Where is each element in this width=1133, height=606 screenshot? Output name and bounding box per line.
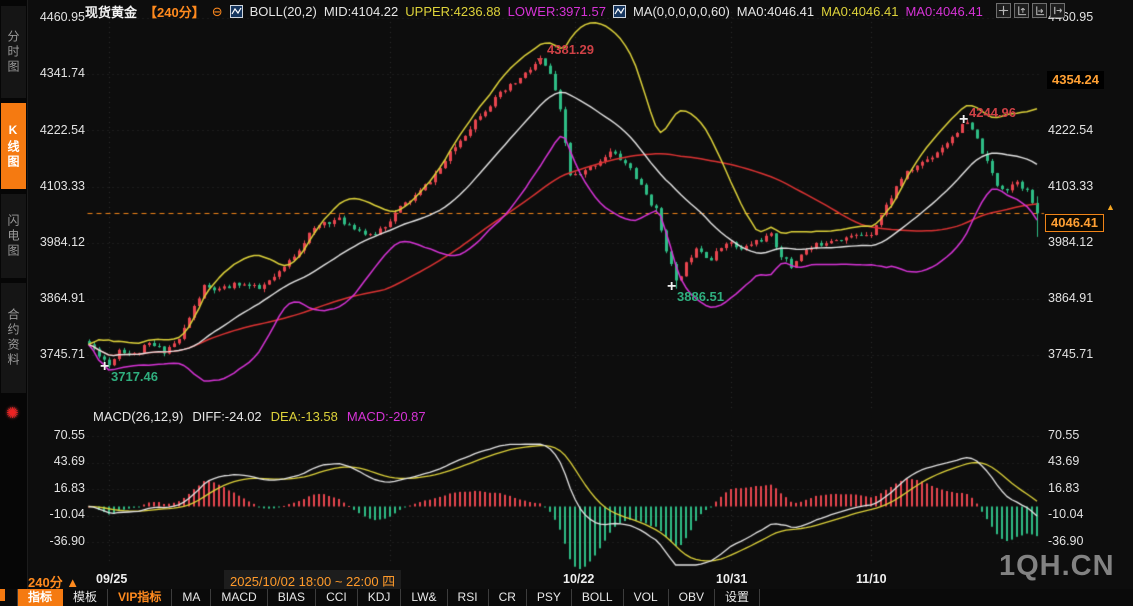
macd-title: MACD(26,12,9) bbox=[93, 409, 183, 424]
crosshair-tool-icon[interactable] bbox=[996, 3, 1011, 18]
macd-axis-label: -10.04 bbox=[1048, 507, 1083, 521]
boll-label: BOLL(20,2) bbox=[250, 4, 317, 19]
toolbar-item-macd[interactable]: MACD bbox=[211, 589, 267, 606]
macd-axis-label: -36.90 bbox=[38, 534, 85, 548]
macd-macd-value: MACD:-20.87 bbox=[347, 409, 426, 424]
ma-label: MA(0,0,0,0,0,60) bbox=[633, 4, 730, 19]
boll-lower-value: LOWER:3971.57 bbox=[508, 4, 606, 19]
toolbar-item-cci[interactable]: CCI bbox=[316, 589, 358, 606]
period-label: 【240分】 bbox=[144, 2, 205, 21]
pan-right-icon[interactable] bbox=[1050, 3, 1065, 18]
main-chart-canvas[interactable] bbox=[27, 0, 1133, 424]
toolbar-item-kdj[interactable]: KDJ bbox=[358, 589, 402, 606]
indicator-toolbar: 指标 模板 VIP指标 MA MACD BIAS CCI KDJ LW& RSI… bbox=[0, 589, 1133, 606]
price-alert-arrow-icon[interactable]: ▲ bbox=[1106, 202, 1115, 212]
sidebar-tab-kline[interactable]: K线图 bbox=[1, 103, 26, 189]
toolbar-item-settings[interactable]: 设置 bbox=[715, 589, 760, 606]
ma0-value-white: MA0:4046.41 bbox=[737, 4, 814, 19]
current-price-tag: 4046.41 bbox=[1045, 214, 1104, 232]
macd-axis-label: -36.90 bbox=[1048, 534, 1083, 548]
toolbar-item-rsi[interactable]: RSI bbox=[448, 589, 489, 606]
high-marker-icon: ▼ bbox=[535, 56, 545, 67]
symbol-name: 现货黄金 bbox=[85, 2, 137, 21]
price-axis-label: 3984.12 bbox=[1048, 235, 1093, 249]
toolbar-item-vip-indicator[interactable]: VIP指标 bbox=[108, 589, 172, 606]
boll-upper-value: UPPER:4236.88 bbox=[405, 4, 500, 19]
cross-marker-icon: + bbox=[667, 278, 676, 296]
price-axis-label: 4103.33 bbox=[38, 179, 85, 193]
boll-mid-value: MID:4104.22 bbox=[324, 4, 398, 19]
zoom-x-axis-icon[interactable] bbox=[1032, 3, 1047, 18]
annotation-high-1: 4381.29 bbox=[547, 42, 594, 57]
zoom-y-axis-icon[interactable] bbox=[1014, 3, 1029, 18]
macd-axis-label: 16.83 bbox=[1048, 481, 1079, 495]
toolbar-item-cr[interactable]: CR bbox=[489, 589, 527, 606]
chart-tool-buttons bbox=[996, 3, 1065, 18]
trading-app-window: 分时图 K线图 闪电图 合约资料 ✺ 现货黄金 【240分】 ⊖ BOLL(20… bbox=[0, 0, 1133, 606]
macd-chart-canvas[interactable] bbox=[27, 424, 1133, 570]
macd-axis-label: 70.55 bbox=[38, 428, 85, 442]
toolbar-item-indicator[interactable]: 指标 bbox=[17, 589, 63, 606]
sidebar-tab-label: 合约资料 bbox=[5, 308, 22, 368]
sidebar-tab-label: K线图 bbox=[5, 123, 22, 170]
price-axis-label: 3745.71 bbox=[38, 347, 85, 361]
annotation-low-1: 3717.46 bbox=[111, 369, 158, 384]
sidebar-tab-lightning[interactable]: 闪电图 bbox=[1, 194, 26, 278]
price-axis-label: 4460.95 bbox=[38, 10, 85, 24]
annotation-high-2: 4244.96 bbox=[969, 105, 1016, 120]
ma0-value-magenta: MA0:4046.41 bbox=[905, 4, 982, 19]
toolbar-item-psy[interactable]: PSY bbox=[527, 589, 572, 606]
toolbar-item-boll[interactable]: BOLL bbox=[572, 589, 624, 606]
price-axis-label: 3864.91 bbox=[1048, 291, 1093, 305]
price-axis-label: 3864.91 bbox=[38, 291, 85, 305]
ma-indicator-icon[interactable] bbox=[613, 5, 626, 18]
boll-indicator-icon[interactable] bbox=[230, 5, 243, 18]
sidebar-tab-label: 闪电图 bbox=[5, 214, 22, 259]
collapse-icon[interactable]: ⊖ bbox=[212, 5, 223, 18]
macd-axis-label: 16.83 bbox=[38, 481, 85, 495]
price-axis-label: 4222.54 bbox=[38, 123, 85, 137]
price-axis-label: 4222.54 bbox=[1048, 123, 1093, 137]
watermark: 1QH.CN bbox=[999, 550, 1115, 583]
chart-legend: 现货黄金 【240分】 ⊖ BOLL(20,2) MID:4104.22 UPP… bbox=[85, 3, 983, 19]
toolbar-item-ma[interactable]: MA bbox=[172, 589, 211, 606]
sidebar-tab-label: 分时图 bbox=[5, 30, 22, 75]
cross-marker-icon: + bbox=[959, 111, 968, 129]
annotation-low-2: 3886.51 bbox=[677, 289, 724, 304]
live-alert-icon: ✺ bbox=[6, 404, 19, 422]
sidebar: 分时图 K线图 闪电图 合约资料 ✺ bbox=[0, 0, 28, 606]
macd-axis-label: 70.55 bbox=[1048, 428, 1079, 442]
macd-axis-label: 43.69 bbox=[1048, 454, 1079, 468]
toolbar-item-obv[interactable]: OBV bbox=[669, 589, 715, 606]
macd-header: MACD(26,12,9) DIFF:-24.02 DEA:-13.58 MAC… bbox=[93, 409, 426, 424]
scrollbar-left-thumb[interactable] bbox=[0, 589, 5, 601]
price-axis-label: 3984.12 bbox=[38, 235, 85, 249]
toolbar-item-template[interactable]: 模板 bbox=[63, 589, 108, 606]
cross-marker-icon: + bbox=[100, 358, 109, 376]
macd-dea-value: DEA:-13.58 bbox=[271, 409, 338, 424]
macd-diff-value: DIFF:-24.02 bbox=[192, 409, 261, 424]
toolbar-item-vol[interactable]: VOL bbox=[624, 589, 669, 606]
sidebar-tab-timeshare[interactable]: 分时图 bbox=[1, 6, 26, 98]
toolbar-item-lw[interactable]: LW& bbox=[401, 589, 447, 606]
macd-axis-label: 43.69 bbox=[38, 454, 85, 468]
x-axis-date: 09/25 bbox=[96, 572, 127, 586]
price-axis-label: 3745.71 bbox=[1048, 347, 1093, 361]
alert-price-tag[interactable]: 4354.24 bbox=[1047, 71, 1104, 89]
ma0-value-yellow: MA0:4046.41 bbox=[821, 4, 898, 19]
price-axis-label: 4341.74 bbox=[38, 66, 85, 80]
price-axis-label: 4103.33 bbox=[1048, 179, 1093, 193]
toolbar-item-bias[interactable]: BIAS bbox=[268, 589, 316, 606]
x-axis-date: 11/10 bbox=[856, 572, 887, 586]
x-axis: 240分 ▲ 09/25 10/13 10/22 10/31 11/10 202… bbox=[0, 568, 1133, 588]
x-axis-date: 10/22 bbox=[563, 572, 594, 586]
macd-axis-label: -10.04 bbox=[38, 507, 85, 521]
sidebar-tab-contract-info[interactable]: 合约资料 bbox=[1, 283, 26, 393]
x-axis-date: 10/31 bbox=[716, 572, 747, 586]
